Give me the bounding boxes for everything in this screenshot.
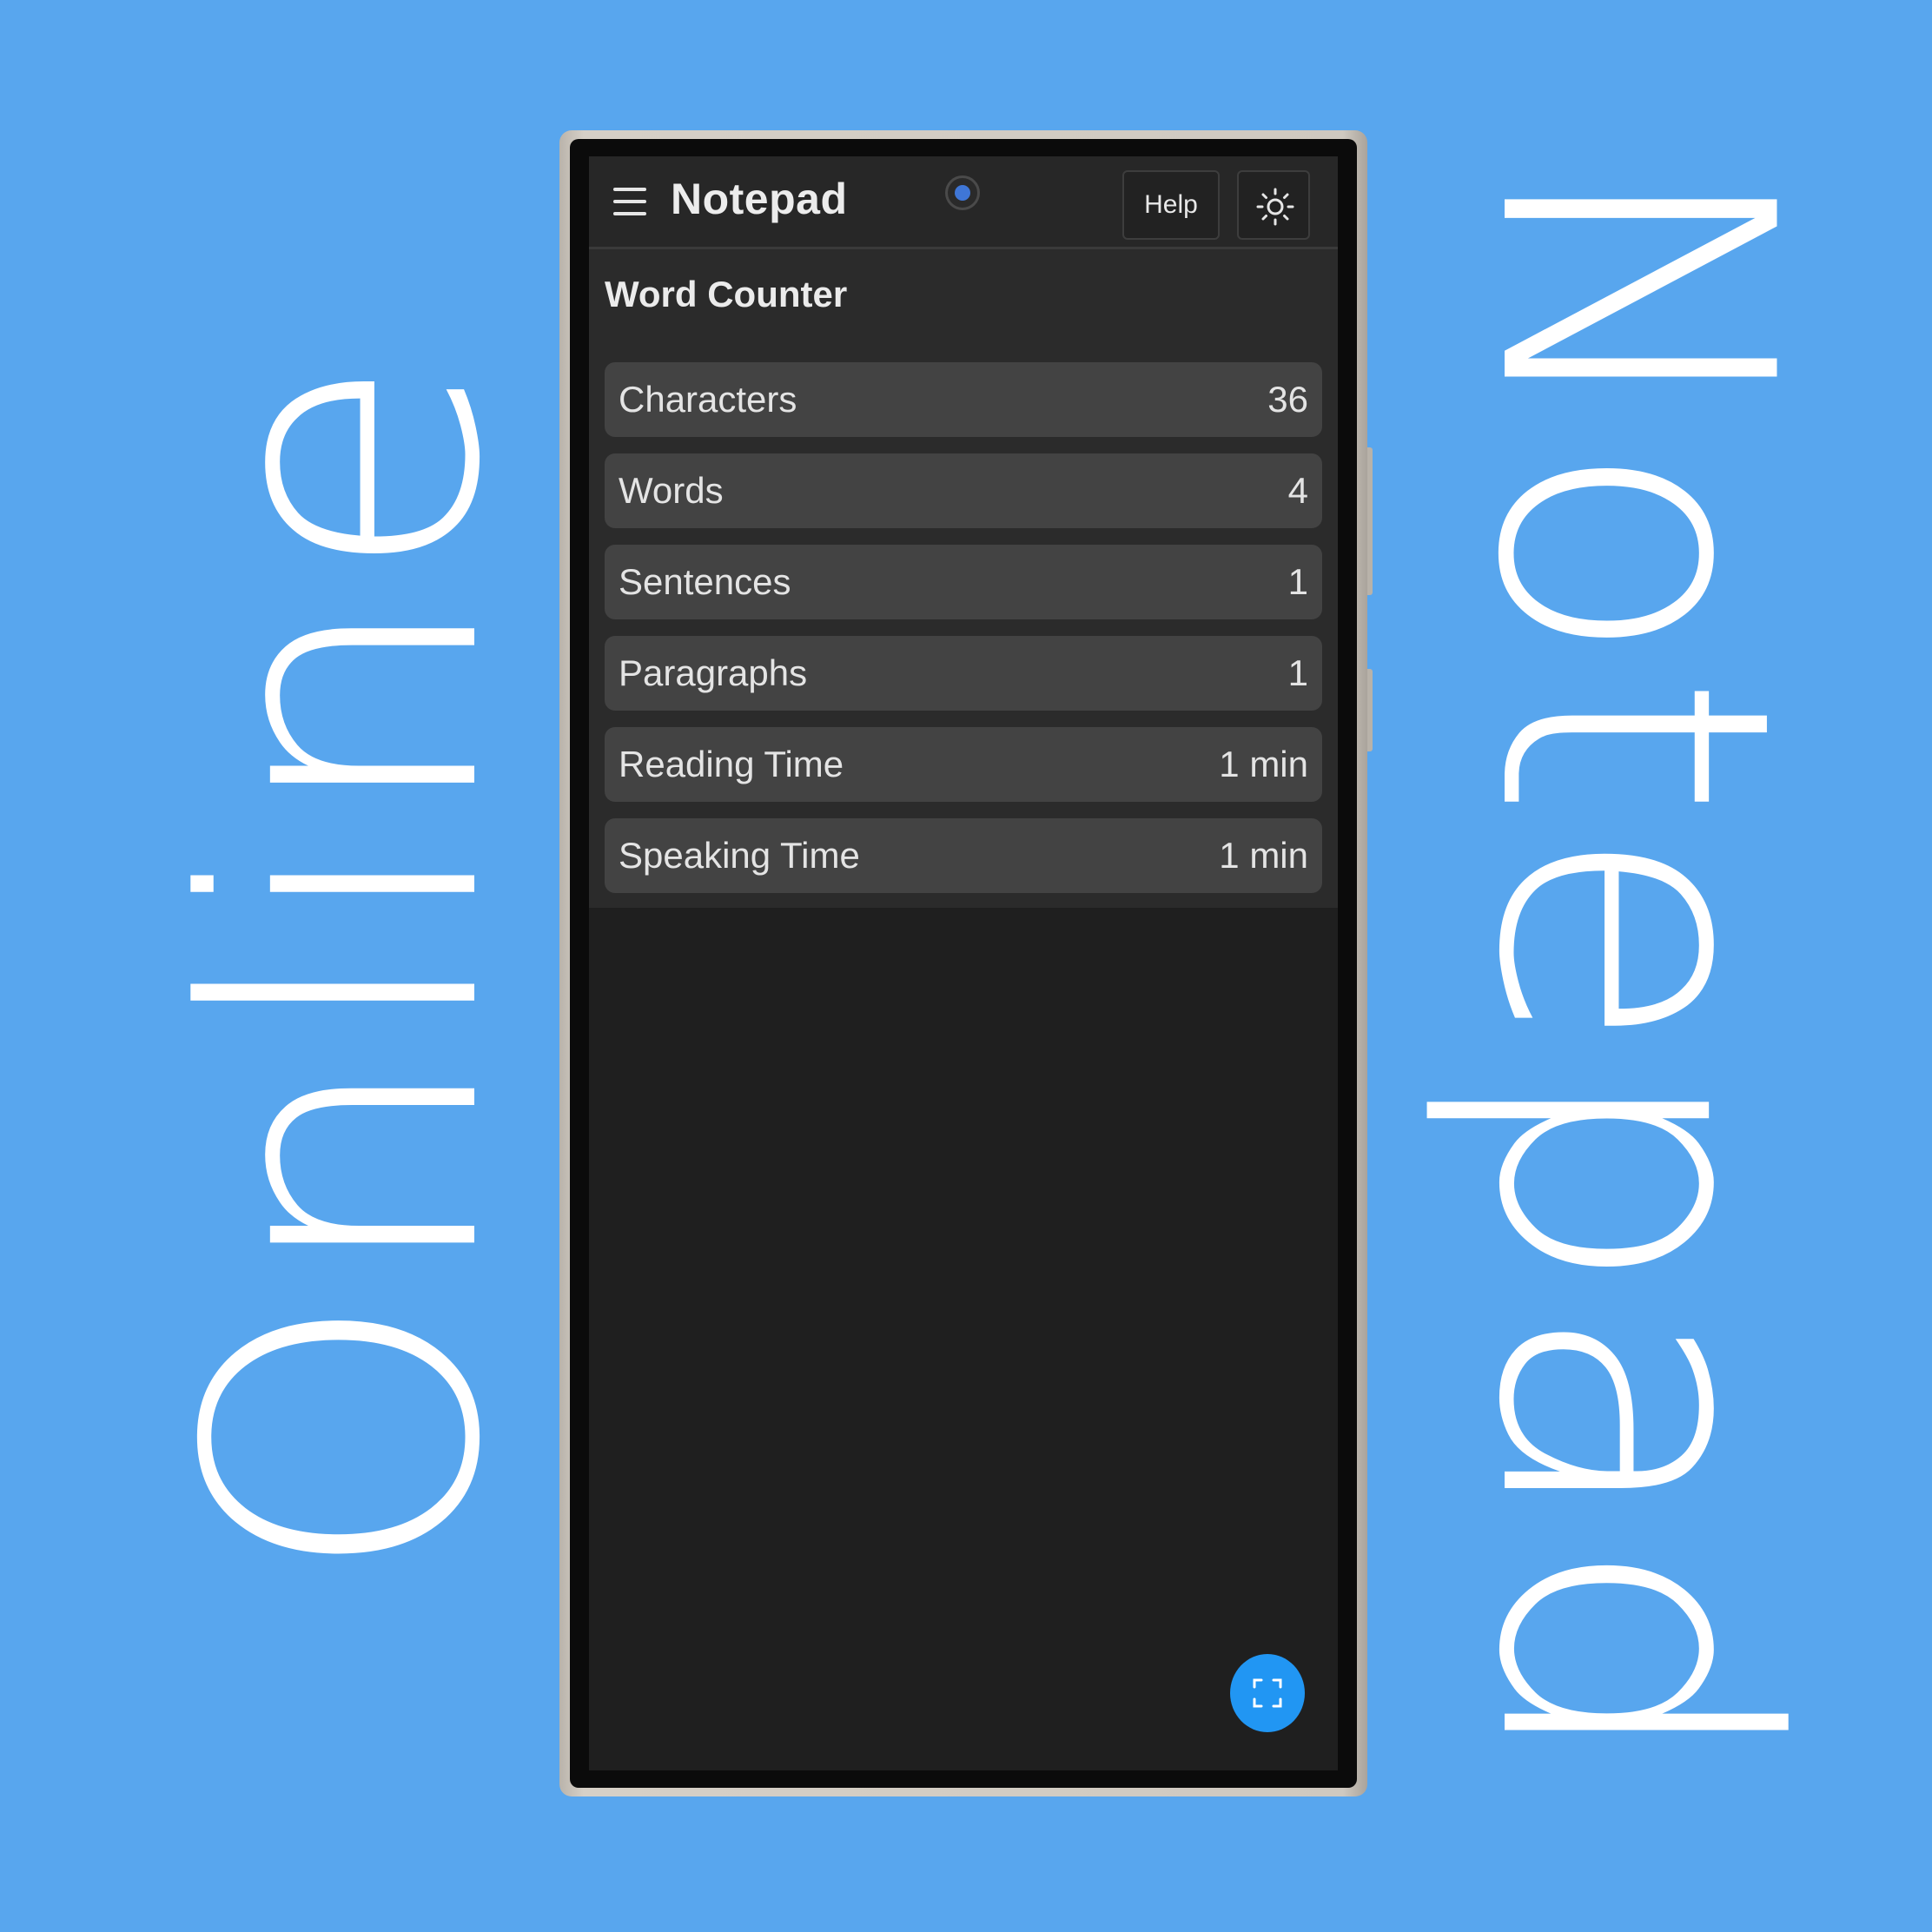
front-camera	[945, 175, 980, 210]
stat-value: 4	[1287, 470, 1308, 511]
app-title: Notepad	[671, 175, 848, 223]
theme-toggle-button[interactable]	[1237, 170, 1310, 240]
app-bar: Notepad Help	[589, 156, 1338, 249]
stat-label: Words	[619, 470, 724, 511]
hamburger-menu-icon[interactable]	[613, 184, 646, 219]
stat-label: Speaking Time	[619, 835, 860, 876]
stat-label: Characters	[619, 379, 797, 420]
fullscreen-button[interactable]	[1230, 1654, 1305, 1732]
stat-label: Reading Time	[619, 744, 844, 784]
promo-online-text: Online	[129, 347, 563, 1585]
stat-row-paragraphs: Paragraphs 1	[605, 636, 1322, 711]
stat-label: Paragraphs	[619, 652, 808, 693]
stat-row-characters: Characters 36	[605, 362, 1322, 437]
word-counter-panel: Word Counter Characters 36 Words 4 Sente…	[589, 249, 1338, 908]
volume-button	[1367, 447, 1373, 595]
stat-label: Sentences	[619, 561, 791, 602]
sun-icon	[1256, 188, 1294, 226]
stat-row-speaking-time: Speaking Time 1 min	[605, 818, 1322, 893]
stat-value: 1	[1287, 652, 1308, 693]
panel-title: Word Counter	[605, 274, 848, 314]
stat-value: 36	[1267, 379, 1308, 420]
phone-screen: Notepad Help Word Counter Characters 36 …	[589, 156, 1338, 1770]
stat-row-reading-time: Reading Time 1 min	[605, 727, 1322, 802]
stat-row-sentences: Sentences 1	[605, 545, 1322, 619]
power-button	[1367, 669, 1373, 751]
phone-frame: Notepad Help Word Counter Characters 36 …	[559, 130, 1373, 1796]
stat-value: 1 min	[1219, 835, 1308, 876]
stat-value: 1	[1287, 561, 1308, 602]
stat-row-words: Words 4	[605, 453, 1322, 528]
help-button[interactable]: Help	[1122, 170, 1220, 240]
stat-value: 1 min	[1219, 744, 1308, 784]
promo-notepad-text: Notepad	[1416, 154, 1850, 1778]
fullscreen-icon	[1253, 1678, 1282, 1708]
